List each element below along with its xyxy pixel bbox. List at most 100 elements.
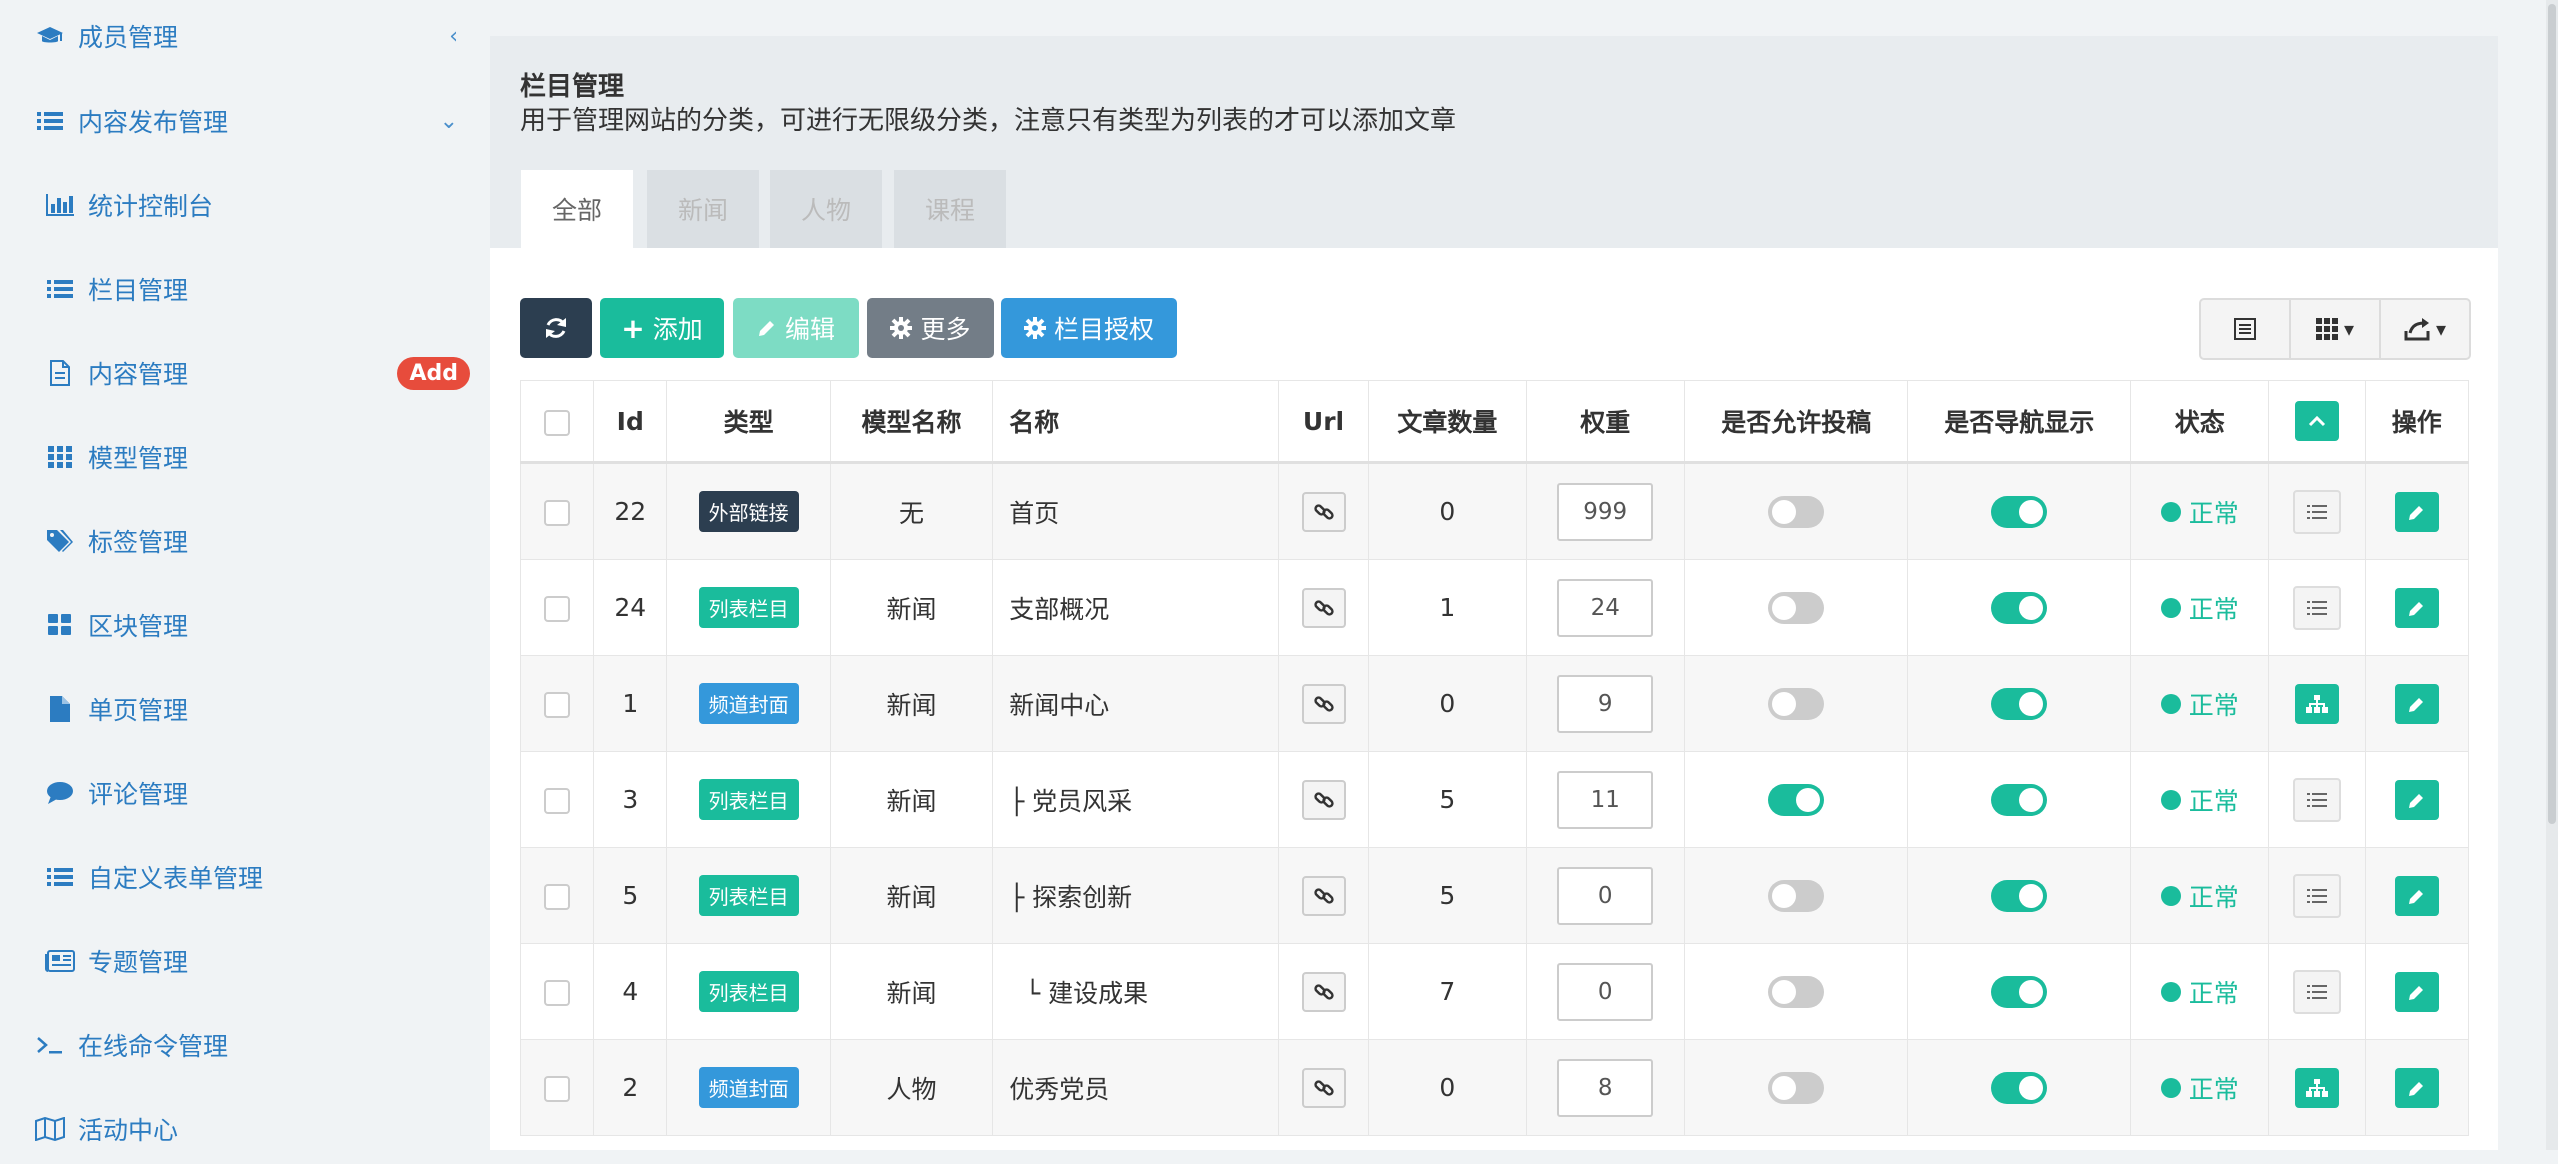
- page-scrollbar[interactable]: [2546, 0, 2558, 1150]
- nav-display-toggle[interactable]: [1991, 591, 2048, 624]
- row-select-cell[interactable]: [519, 1039, 595, 1136]
- edit-row-button[interactable]: [2394, 1067, 2439, 1108]
- table-row[interactable]: 4 列表栏目新闻 └ 建设成果 7 正常: [519, 943, 2470, 1040]
- add-button[interactable]: + 添加: [600, 298, 724, 358]
- sidebar-item-model-manage[interactable]: 模型管理: [0, 422, 530, 492]
- list-icon[interactable]: [2293, 777, 2341, 822]
- row-checkbox[interactable]: [544, 596, 571, 622]
- nav-display-toggle[interactable]: [1991, 1071, 2048, 1104]
- list-icon[interactable]: [2293, 969, 2341, 1014]
- weight-input[interactable]: [1557, 578, 1654, 637]
- table-row[interactable]: 2 频道封面人物优秀党员 0 正常: [519, 1039, 2470, 1136]
- allow-submit-toggle[interactable]: [1768, 591, 1825, 624]
- table-row[interactable]: 5 列表栏目新闻├ 探索创新 5 正常: [519, 847, 2470, 944]
- row-checkbox[interactable]: [544, 692, 571, 718]
- weight-input[interactable]: [1557, 482, 1654, 541]
- sidebar-item-comment-manage[interactable]: 评论管理: [0, 758, 530, 828]
- col-nav-display[interactable]: 是否导航显示: [1907, 380, 2132, 464]
- scrollbar-thumb[interactable]: [2548, 4, 2556, 824]
- weight-input[interactable]: [1557, 674, 1654, 733]
- sidebar-item-category-manage[interactable]: 栏目管理: [0, 254, 530, 324]
- sidebar-item-block-manage[interactable]: 区块管理: [0, 590, 530, 660]
- col-status[interactable]: 状态: [2130, 380, 2270, 464]
- allow-submit-toggle[interactable]: [1768, 1071, 1825, 1104]
- row-checkbox[interactable]: [544, 884, 571, 910]
- toggle-view-button[interactable]: [2201, 300, 2291, 358]
- sidebar-item-content-manage[interactable]: 内容管理 Add: [0, 338, 530, 408]
- sidebar-item-online-command[interactable]: 在线命令管理: [0, 1010, 520, 1080]
- nav-display-toggle[interactable]: [1991, 879, 2048, 912]
- select-all-checkbox[interactable]: [544, 409, 571, 436]
- refresh-button[interactable]: [520, 298, 592, 358]
- add-badge[interactable]: Add: [397, 356, 470, 390]
- row-checkbox[interactable]: [544, 980, 571, 1006]
- sidebar-item-stats-console[interactable]: 统计控制台: [0, 170, 530, 240]
- edit-row-button[interactable]: [2394, 587, 2439, 628]
- sidebar-item-page-manage[interactable]: 单页管理: [0, 674, 530, 744]
- link-icon[interactable]: [1301, 1067, 1346, 1108]
- sidebar-item-activity-center[interactable]: 活动中心: [0, 1094, 520, 1164]
- tab-courses[interactable]: 课程: [894, 170, 1006, 248]
- col-weight[interactable]: 权重: [1525, 380, 1685, 464]
- table-row[interactable]: 3 列表栏目新闻├ 党员风采 5 正常: [519, 751, 2470, 848]
- weight-input[interactable]: [1557, 770, 1654, 829]
- list-icon[interactable]: [2293, 873, 2341, 918]
- collapse-all-button[interactable]: [2295, 401, 2339, 441]
- link-icon[interactable]: [1301, 875, 1346, 916]
- row-select-cell[interactable]: [519, 462, 595, 560]
- select-all-cell[interactable]: [519, 380, 595, 464]
- sidebar-item-custom-form-manage[interactable]: 自定义表单管理: [0, 842, 530, 912]
- sidebar-item-members[interactable]: 成员管理 ‹: [0, 1, 520, 71]
- col-article-count[interactable]: 文章数量: [1368, 380, 1527, 464]
- table-row[interactable]: 1 频道封面新闻新闻中心 0 正常: [519, 655, 2470, 752]
- link-icon[interactable]: [1301, 779, 1346, 820]
- link-icon[interactable]: [1301, 683, 1346, 724]
- edit-row-button[interactable]: [2394, 875, 2439, 916]
- allow-submit-toggle[interactable]: [1768, 975, 1825, 1008]
- allow-submit-toggle[interactable]: [1768, 783, 1825, 816]
- more-button[interactable]: 更多: [867, 298, 994, 358]
- row-select-cell[interactable]: [519, 655, 595, 752]
- col-url[interactable]: Url: [1277, 380, 1370, 464]
- weight-input[interactable]: [1557, 866, 1654, 925]
- tab-people[interactable]: 人物: [770, 170, 882, 248]
- edit-row-button[interactable]: [2394, 683, 2439, 724]
- row-checkbox[interactable]: [544, 500, 571, 526]
- list-icon[interactable]: [2293, 585, 2341, 630]
- list-icon[interactable]: [2293, 489, 2341, 534]
- tab-news[interactable]: 新闻: [647, 170, 759, 248]
- table-row[interactable]: 24 列表栏目新闻支部概况 1 正常: [519, 559, 2470, 656]
- edit-row-button[interactable]: [2394, 491, 2439, 532]
- allow-submit-toggle[interactable]: [1768, 495, 1825, 528]
- sidebar-item-content-publish[interactable]: 内容发布管理 ⌄: [0, 86, 520, 156]
- sidebar-item-tag-manage[interactable]: 标签管理: [0, 506, 530, 576]
- category-auth-button[interactable]: 栏目授权: [1001, 298, 1177, 358]
- col-type[interactable]: 类型: [666, 380, 831, 464]
- row-select-cell[interactable]: [519, 559, 595, 656]
- row-select-cell[interactable]: [519, 847, 595, 944]
- nav-display-toggle[interactable]: [1991, 975, 2048, 1008]
- allow-submit-toggle[interactable]: [1768, 879, 1825, 912]
- export-button[interactable]: ▾: [2381, 300, 2469, 358]
- col-id[interactable]: Id: [593, 380, 668, 464]
- weight-input[interactable]: [1557, 1058, 1654, 1117]
- weight-input[interactable]: [1557, 962, 1654, 1021]
- col-allow-submit[interactable]: 是否允许投稿: [1683, 380, 1909, 464]
- tab-all[interactable]: 全部: [521, 170, 633, 248]
- row-checkbox[interactable]: [544, 788, 571, 814]
- edit-button[interactable]: 编辑: [733, 298, 859, 358]
- columns-button[interactable]: ▾: [2291, 300, 2381, 358]
- sidebar-item-topic-manage[interactable]: 专题管理: [0, 926, 530, 996]
- sitemap-icon[interactable]: [2295, 1067, 2339, 1108]
- nav-display-toggle[interactable]: [1991, 495, 2048, 528]
- row-checkbox[interactable]: [544, 1076, 571, 1102]
- col-name[interactable]: 名称: [992, 380, 1279, 464]
- allow-submit-toggle[interactable]: [1768, 687, 1825, 720]
- nav-display-toggle[interactable]: [1991, 687, 2048, 720]
- edit-row-button[interactable]: [2394, 971, 2439, 1012]
- link-icon[interactable]: [1301, 971, 1346, 1012]
- row-select-cell[interactable]: [519, 751, 595, 848]
- nav-display-toggle[interactable]: [1991, 783, 2048, 816]
- edit-row-button[interactable]: [2394, 779, 2439, 820]
- col-model[interactable]: 模型名称: [829, 380, 994, 464]
